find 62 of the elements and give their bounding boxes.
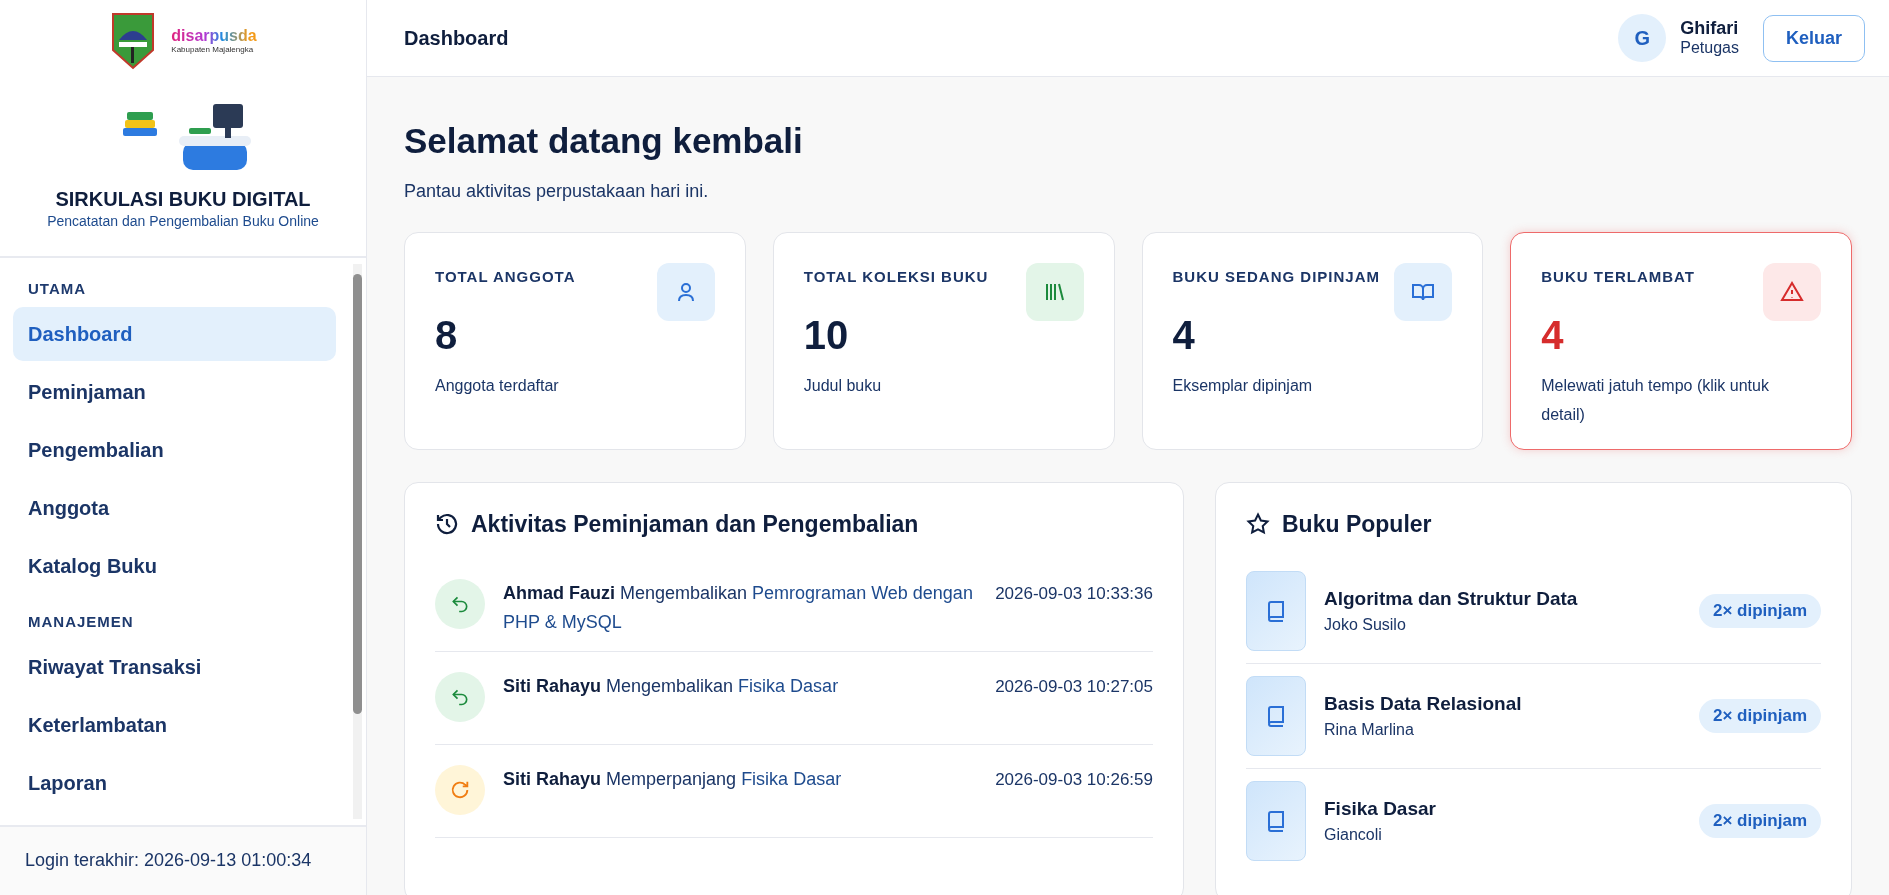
logout-button[interactable]: Keluar: [1762, 14, 1865, 62]
stat-label: BUKU SEDANG DIPINJAM: [1172, 267, 1380, 287]
activity-text: Ahmad Fauzi Mengembalikan Pemrograman Web dengan PHP & MySQL: [503, 582, 974, 634]
stat-label: TOTAL ANGGOTA: [435, 267, 576, 287]
stat-value: 10: [803, 313, 850, 358]
nav-item[interactable]: Pengembalian: [13, 423, 336, 477]
nav-item[interactable]: Anggota: [13, 481, 336, 535]
welcome-heading: Selamat datang kembali: [404, 121, 804, 161]
scrollbar[interactable]: [353, 264, 362, 819]
app-subtitle: Pencatatan dan Pengembalian Buku Online: [47, 213, 319, 229]
last-login-text: Login terakhir: 2026-09-13 01:00:34: [0, 825, 366, 895]
logo-region: Kabupaten Majalengka: [171, 44, 255, 54]
history-icon: [435, 512, 459, 536]
user-name: Ghifari: [1680, 19, 1739, 40]
book-author: Giancoli: [1324, 826, 1383, 844]
stat-label: BUKU TERLAMBAT: [1541, 267, 1695, 287]
stat-note: Eksemplar dipinjam: [1172, 376, 1314, 396]
nav-item[interactable]: Dashboard: [13, 307, 336, 361]
nav-section-label: UTAMA: [27, 280, 88, 297]
return-arrow-icon: [450, 594, 470, 614]
warning-icon: [1780, 280, 1804, 304]
user-role: Petugas: [1680, 39, 1739, 57]
stat-note: Anggota terdaftar: [435, 376, 560, 396]
activity-time: 2026-09-03 10:27:05: [995, 676, 1153, 698]
nav-section-label: MANAJEMEN: [27, 613, 135, 630]
book-author: Joko Susilo: [1324, 616, 1407, 634]
stat-card[interactable]: BUKU TERLAMBAT 4 Melewati jatuh tempo (klik untuk detail): [1510, 232, 1852, 450]
stat-card[interactable]: TOTAL ANGGOTA 8 Anggota terdaftar: [404, 232, 746, 450]
panel-title: Aktivitas Peminjaman dan Pengembalian: [471, 510, 919, 538]
nav-item[interactable]: Keterlambatan: [13, 698, 336, 752]
star-icon: [1246, 512, 1270, 536]
book-title: Basis Data Relasional: [1324, 693, 1523, 715]
nav-item[interactable]: Katalog Buku: [13, 539, 336, 593]
stat-value: 4: [1172, 313, 1196, 358]
activity-time: 2026-09-03 10:26:59: [995, 769, 1153, 791]
nav-item[interactable]: Riwayat Transaksi: [13, 640, 336, 694]
borrow-count-badge: 2× dipinjam: [1699, 699, 1821, 733]
book-title: Algoritma dan Struktur Data: [1324, 588, 1579, 610]
user-avatar: G: [1618, 14, 1667, 62]
stat-card[interactable]: BUKU SEDANG DIPINJAM 4 Eksemplar dipinjam: [1141, 232, 1484, 450]
stat-value: 8: [435, 313, 459, 358]
panel-title: Buku Populer: [1282, 510, 1432, 538]
stat-note: Judul buku: [803, 376, 883, 396]
logo-wordmark: disarpusda: [171, 26, 257, 45]
activity-time: 2026-09-03 10:33:36: [995, 583, 1153, 605]
stat-card[interactable]: TOTAL KOLEKSI BUKU 10 Judul buku: [772, 232, 1115, 450]
stat-label: TOTAL KOLEKSI BUKU: [803, 267, 989, 287]
app-title: SIRKULASI BUKU DIGITAL: [55, 188, 311, 211]
refresh-icon: [449, 779, 471, 801]
nav-item[interactable]: Peminjaman: [13, 365, 336, 419]
return-arrow-icon: [450, 687, 470, 707]
book-author: Rina Marlina: [1324, 721, 1415, 739]
stat-value: 4: [1541, 313, 1565, 358]
activity-text: Siti Rahayu Mengembalikan Fisika Dasar: [503, 675, 840, 698]
page-header-title: Dashboard: [404, 26, 509, 50]
activity-text: Siti Rahayu Memperpanjang Fisika Dasar: [503, 768, 843, 791]
borrow-count-badge: 2× dipinjam: [1699, 594, 1821, 628]
book-title: Fisika Dasar: [1324, 798, 1437, 820]
borrow-count-badge: 2× dipinjam: [1699, 804, 1821, 838]
welcome-subtitle: Pantau aktivitas perpustakaan hari ini.: [404, 181, 710, 202]
nav-item[interactable]: Laporan: [13, 756, 336, 810]
stat-note: Melewati jatuh tempo (klik untuk detail): [1541, 376, 1770, 425]
